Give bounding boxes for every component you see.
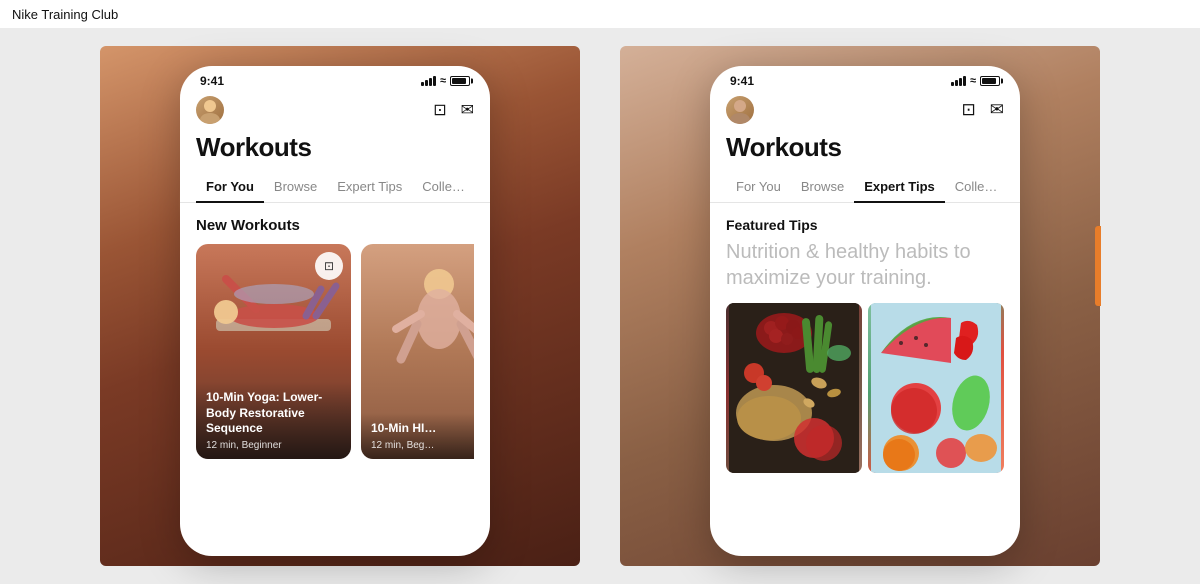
left-tab-expert-tips[interactable]: Expert Tips [327,171,412,202]
left-avatar[interactable] [196,96,224,124]
right-phone-header: ⊡ ✉ [710,92,1020,130]
accent-bar [1095,226,1101,306]
main-area: 9:41 ≈ [0,28,1200,584]
left-workouts-title: Workouts [180,130,490,171]
left-tab-browse[interactable]: Browse [264,171,327,202]
hiit-illustration [361,244,474,364]
tips-image-left[interactable] [726,303,862,473]
top-bar: Nike Training Club [0,0,1200,28]
right-phone-content: Featured Tips Nutrition & healthy habits… [710,203,1020,487]
left-bookmark-icon[interactable]: ⊡ [433,100,446,120]
workout-card-hiit[interactable]: 10-Min HI… 12 min, Beg… [361,244,474,459]
yoga-card-info: 10-Min Yoga: Lower-Body Restorative Sequ… [196,382,351,459]
right-phone-frame: 9:41 ≈ [710,66,1020,556]
hiit-card-meta: 12 min, Beg… [371,440,474,451]
left-header-icons: ⊡ ✉ [433,100,474,120]
wifi-icon: ≈ [440,75,446,87]
right-workouts-title: Workouts [710,130,1020,171]
right-wifi-icon: ≈ [970,75,976,87]
workout-cards-list: ⊡ 10-Min Yoga: Lower-Body Restorative Se… [196,244,474,459]
right-status-icons: ≈ [951,75,1000,87]
left-phone-group: 9:41 ≈ [100,46,580,566]
left-status-icons: ≈ [421,75,470,87]
right-status-bar: 9:41 ≈ [710,66,1020,92]
tips-images-container [726,303,1004,473]
new-workouts-title: New Workouts [196,217,474,234]
food-photo-left [726,303,862,473]
right-bookmark-icon[interactable]: ⊡ [962,100,976,120]
right-tab-expert-tips[interactable]: Expert Tips [854,171,945,202]
right-tab-for-you[interactable]: For You [726,171,791,202]
left-status-bar: 9:41 ≈ [180,66,490,92]
left-tabs: For You Browse Expert Tips Colle… [180,171,490,203]
left-tab-for-you[interactable]: For You [196,171,264,202]
battery-icon [450,76,470,86]
left-tab-collections[interactable]: Colle… [412,171,475,202]
left-status-time: 9:41 [200,74,224,88]
left-card-bookmark[interactable]: ⊡ [315,252,343,280]
app-title: Nike Training Club [12,7,118,22]
yoga-card-meta: 12 min, Beginner [206,440,341,451]
left-phone-content: New Workouts [180,203,490,473]
right-avatar[interactable] [726,96,754,124]
right-battery-icon [980,76,1000,86]
right-tabs: For You Browse Expert Tips Colle… [710,171,1020,203]
left-phone-header: ⊡ ✉ [180,92,490,130]
right-header-icons: ⊡ ✉ [962,100,1005,120]
tips-image-right[interactable] [868,303,1004,473]
right-status-time: 9:41 [730,74,754,88]
left-message-icon[interactable]: ✉ [461,100,474,120]
food-photo-right [868,303,1004,473]
featured-tips-subtitle: Nutrition & healthy habits to maximize y… [726,239,1004,291]
right-tab-collections[interactable]: Colle… [945,171,1008,202]
right-message-icon[interactable]: ✉ [990,100,1004,120]
signal-icon [421,76,436,86]
right-phone-group: 9:41 ≈ [620,46,1100,566]
hiit-card-info: 10-Min HI… 12 min, Beg… [361,413,474,459]
hiit-card-title: 10-Min HI… [371,421,474,437]
right-signal-icon [951,76,966,86]
right-tab-browse[interactable]: Browse [791,171,854,202]
left-phone-frame: 9:41 ≈ [180,66,490,556]
featured-tips-label: Featured Tips [726,217,1004,233]
yoga-card-title: 10-Min Yoga: Lower-Body Restorative Sequ… [206,390,341,437]
bookmark-outline-icon: ⊡ [324,259,334,273]
workout-card-yoga[interactable]: ⊡ 10-Min Yoga: Lower-Body Restorative Se… [196,244,351,459]
